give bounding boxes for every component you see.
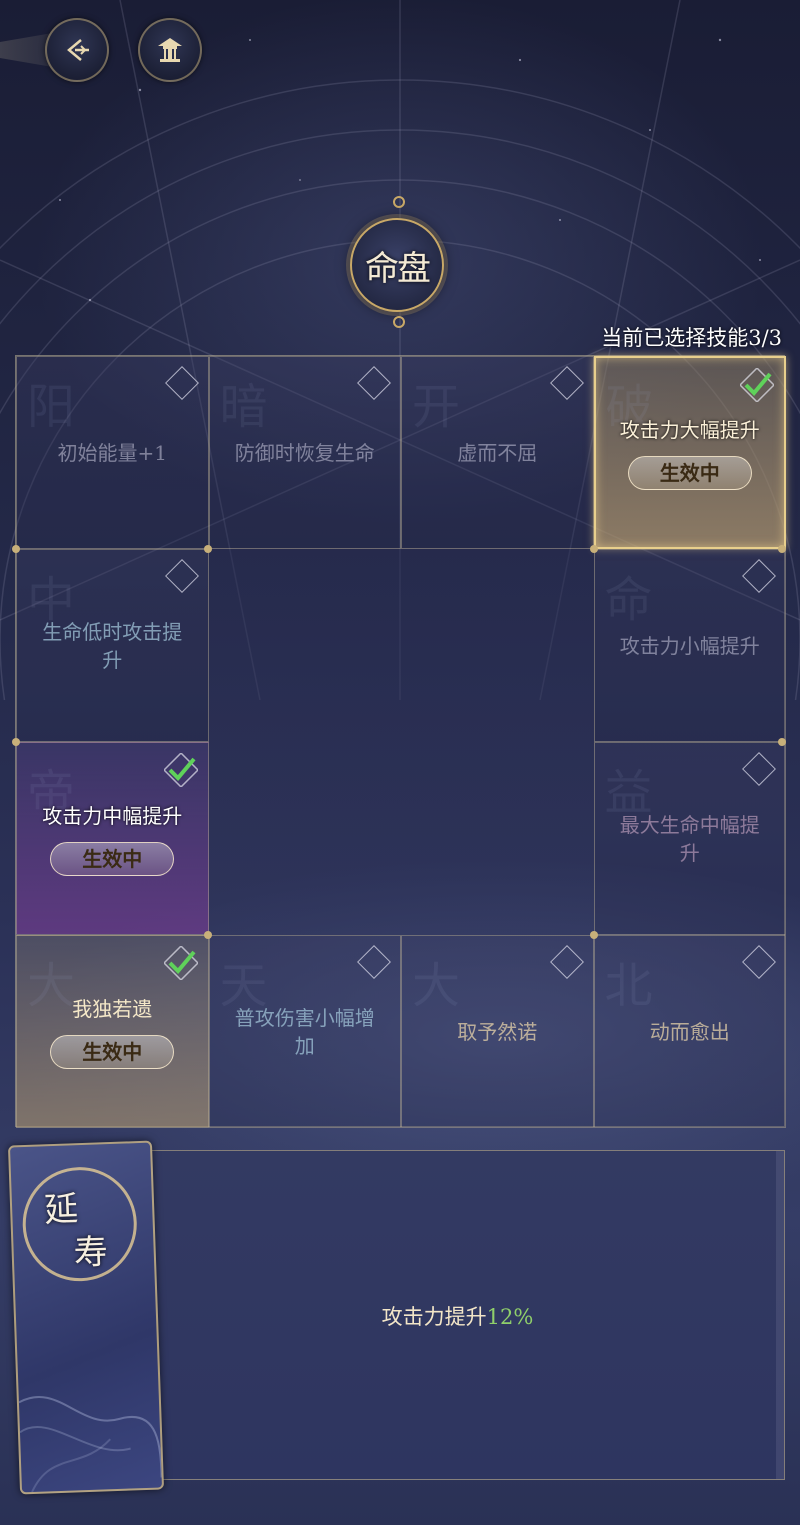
cell-bg-char: 暗 xyxy=(219,379,268,435)
selected-check-icon xyxy=(740,368,774,402)
skill-cell-active[interactable]: 帝 攻击力中幅提升 生效中 xyxy=(16,742,209,935)
grid-node xyxy=(204,931,212,939)
skill-name: 攻击力大幅提升 xyxy=(619,417,760,442)
card-wave-ornament xyxy=(18,1395,162,1493)
skill-cell[interactable]: 命 攻击力小幅提升 xyxy=(593,549,786,742)
skill-cell-active[interactable]: 破 攻击力大幅提升 生效中 xyxy=(593,356,786,549)
selected-skills-count: 当前已选择技能3/3 xyxy=(601,326,782,350)
card-char-1: 延 xyxy=(43,1189,79,1231)
cell-bg-char: 大 xyxy=(412,958,461,1014)
unselected-diamond-icon xyxy=(164,366,199,400)
unselected-diamond-icon xyxy=(742,945,776,979)
active-badge: 生效中 xyxy=(50,1034,175,1069)
effect-prefix: 攻击力提升 xyxy=(381,1305,487,1329)
skill-name: 取予然诺 xyxy=(457,1019,538,1044)
cell-bg-char: 命 xyxy=(604,572,653,628)
cell-bg-char: 北 xyxy=(604,958,653,1014)
longevity-card[interactable]: 延 寿 xyxy=(7,1140,165,1495)
active-badge: 生效中 xyxy=(50,841,175,876)
cell-bg-char: 开 xyxy=(412,379,461,435)
pavilion-button[interactable] xyxy=(138,18,202,82)
selected-check-icon xyxy=(163,946,198,980)
unselected-diamond-icon xyxy=(549,366,584,400)
skill-name: 动而愈出 xyxy=(649,1019,730,1044)
skill-cell[interactable]: 天 普攻伤害小幅增加 xyxy=(208,935,401,1128)
skill-name: 最大生命中幅提升 xyxy=(619,812,760,865)
effect-description: 攻击力提升12% xyxy=(131,1301,784,1331)
unselected-diamond-icon xyxy=(742,559,776,593)
destiny-disc-emblem: 命盘 xyxy=(350,218,444,312)
grid-node xyxy=(204,545,212,553)
skill-cell[interactable]: 大 取予然诺 xyxy=(401,935,594,1128)
selected-check-icon xyxy=(163,753,198,787)
skill-name: 攻击力小幅提升 xyxy=(619,633,760,658)
emblem-title: 命盘 xyxy=(365,248,431,289)
skill-name: 虚而不屈 xyxy=(457,440,538,465)
skill-name: 防御时恢复生命 xyxy=(234,440,375,465)
grid-node xyxy=(12,738,20,746)
skill-cell[interactable]: 北 动而愈出 xyxy=(593,935,786,1128)
grid-center xyxy=(209,549,594,935)
skill-name: 普攻伤害小幅增加 xyxy=(234,1005,375,1058)
unselected-diamond-icon xyxy=(357,945,391,979)
skill-name: 生命低时攻击提升 xyxy=(42,619,183,672)
emblem-ornament xyxy=(393,316,405,328)
unselected-diamond-icon xyxy=(164,559,199,593)
back-arrow-icon xyxy=(67,39,89,61)
skill-grid: 阳 初始能量+1 暗 防御时恢复生命 开 虚而不屈 破 攻击力大幅提升 生效中 … xyxy=(12,355,786,1128)
skill-name: 我独若遗 xyxy=(72,996,153,1021)
card-char-2: 寿 xyxy=(73,1232,109,1274)
grid-node xyxy=(778,545,786,553)
skill-cell[interactable]: 暗 防御时恢复生命 xyxy=(208,356,401,549)
skill-cell-active[interactable]: 大 我独若遗 生效中 xyxy=(16,935,209,1128)
skill-cell[interactable]: 阳 初始能量+1 xyxy=(16,356,209,549)
skill-cell[interactable]: 开 虚而不屈 xyxy=(401,356,594,549)
grid-node xyxy=(590,931,598,939)
skill-cell[interactable]: 中 生命低时攻击提升 xyxy=(16,549,209,742)
emblem-ornament xyxy=(393,196,405,208)
skill-cell[interactable]: 益 最大生命中幅提升 xyxy=(593,742,786,935)
skill-name: 攻击力中幅提升 xyxy=(42,803,183,828)
grid-node xyxy=(590,545,598,553)
unselected-diamond-icon xyxy=(357,366,391,400)
unselected-diamond-icon xyxy=(549,945,584,979)
grid-node xyxy=(12,545,20,553)
pavilion-icon xyxy=(158,38,182,62)
cell-bg-char: 阳 xyxy=(27,379,76,435)
back-button[interactable] xyxy=(45,18,109,82)
grid-node xyxy=(778,738,786,746)
unselected-diamond-icon xyxy=(742,752,776,786)
effect-panel: 攻击力提升12% xyxy=(130,1150,785,1480)
effect-value: 12% xyxy=(486,1305,534,1329)
active-badge: 生效中 xyxy=(627,455,752,490)
skill-name: 初始能量+1 xyxy=(57,440,167,465)
